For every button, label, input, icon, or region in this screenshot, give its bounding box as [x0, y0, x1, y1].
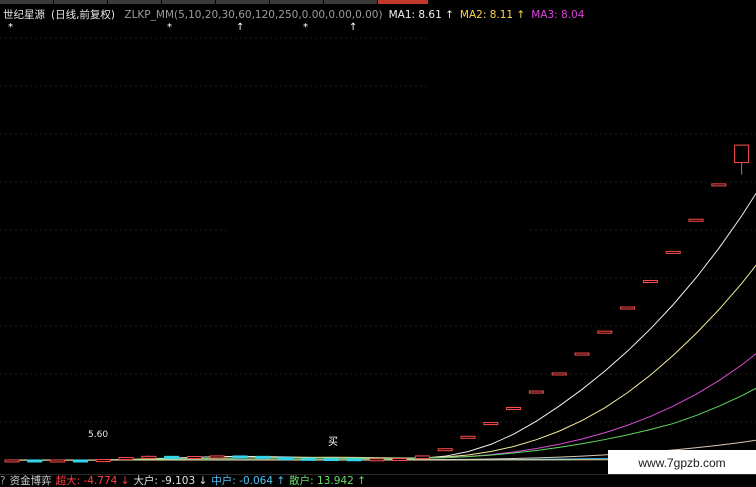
- star-marker: *: [8, 22, 13, 33]
- indicator-bar: ? 资金博弈 超大: -4.774 ↓ 大户: -9.103 ↓ 中户: -0.064 …: [0, 474, 756, 487]
- indicator-params[interactable]: ZLKP_MM(5,10,20,30,60,120,250,0.00,0.00,…: [124, 9, 382, 21]
- ma3-line: [11, 353, 756, 461]
- ma1-line: [11, 192, 756, 461]
- candle-body: [209, 455, 225, 459]
- retail-value: 散户: 13.942 ↑: [289, 475, 366, 487]
- indicator-name[interactable]: 资金博弈: [10, 475, 52, 487]
- candle: [369, 458, 385, 462]
- candle-body: [574, 352, 590, 356]
- candle-body: [164, 455, 180, 459]
- star-marker: *: [167, 22, 172, 33]
- candle-body: [4, 459, 20, 463]
- stock-name[interactable]: 世纪星源: [3, 9, 45, 21]
- candle-body: [300, 457, 316, 461]
- candle-body: [278, 457, 294, 461]
- big-holder-value: 大户: -9.103 ↓: [133, 475, 208, 487]
- candle: [4, 459, 20, 463]
- candle-body: [95, 459, 111, 463]
- candle: [437, 448, 453, 452]
- candle: [118, 457, 134, 461]
- arrow-marker: ↑: [236, 22, 245, 33]
- blank-panel-middle: [230, 222, 527, 266]
- candle-body: [620, 306, 636, 310]
- candle: [414, 455, 430, 460]
- candle-body: [50, 459, 66, 463]
- candle: [665, 250, 681, 254]
- candle-body: [711, 183, 727, 187]
- arrow-marker: ↑: [349, 22, 358, 33]
- candle-body: [483, 422, 499, 426]
- candle-body: [232, 455, 248, 459]
- candle-body: [437, 448, 453, 452]
- buy-signal-label: 买: [328, 437, 338, 448]
- candle-body: [72, 459, 88, 463]
- candle-body: [392, 458, 408, 462]
- candle-body: [414, 455, 430, 460]
- candle: [392, 458, 408, 462]
- candle: [72, 459, 88, 463]
- candle: [209, 455, 225, 459]
- ma4-line: [11, 387, 756, 461]
- candle-body: [141, 455, 157, 459]
- low-price-label: 5.60: [88, 430, 109, 440]
- ma3-value: MA3: 8.04: [531, 9, 585, 21]
- candle: [460, 435, 476, 439]
- candle: [346, 458, 362, 462]
- candle-body: [346, 458, 362, 462]
- candle: [186, 456, 202, 460]
- candle: [483, 422, 499, 426]
- candle-body: [460, 435, 476, 439]
- chart-legend: 世纪星源 (日线,前复权) ZLKP_MM(5,10,20,30,60,120,2…: [3, 9, 590, 21]
- candle: [734, 144, 750, 175]
- candle: [506, 407, 522, 411]
- site-watermark: www.7gpzb.com: [608, 450, 756, 476]
- candle: [141, 455, 157, 459]
- candle: [232, 455, 248, 459]
- ma1-value: MA1: 8.61 ↑: [388, 9, 454, 21]
- candle-body: [665, 250, 681, 254]
- ma-lines: [11, 192, 756, 461]
- candle-body: [255, 455, 271, 459]
- candle-body: [186, 456, 202, 460]
- candle-body: [642, 280, 658, 284]
- candle: [164, 455, 180, 459]
- candle: [278, 457, 294, 461]
- candle: [688, 218, 704, 222]
- help-icon[interactable]: ?: [0, 475, 6, 487]
- candle: [323, 458, 339, 462]
- candle: [528, 390, 544, 394]
- candle: [551, 372, 567, 376]
- candle-body: [734, 144, 750, 164]
- period-label[interactable]: (日线,前复权): [51, 9, 115, 21]
- candle: [95, 459, 111, 463]
- star-marker: *: [303, 22, 308, 33]
- candle-body: [528, 390, 544, 394]
- ma2-value: MA2: 8.11 ↑: [459, 9, 526, 21]
- candle: [255, 455, 271, 459]
- candle-body: [506, 407, 522, 411]
- candle: [50, 459, 66, 463]
- kline-chart[interactable]: [0, 0, 756, 474]
- candle-body: [27, 459, 43, 463]
- mid-holder-value: 中户: -0.064 ↑: [211, 475, 286, 487]
- candle-body: [369, 458, 385, 462]
- candle: [620, 306, 636, 310]
- candle: [27, 459, 43, 463]
- candle-body: [323, 458, 339, 462]
- candle-body: [118, 457, 134, 461]
- candle: [642, 280, 658, 284]
- candle-body: [688, 218, 704, 222]
- candle-body: [597, 330, 613, 334]
- stock-chart-window: 世纪星源 (日线,前复权) ZLKP_MM(5,10,20,30,60,120,2…: [0, 0, 756, 487]
- super-large-value: 超大: -4.774 ↓: [55, 475, 130, 487]
- candle: [597, 330, 613, 334]
- candle: [711, 183, 727, 187]
- candle-body: [551, 372, 567, 376]
- candle: [574, 352, 590, 356]
- candle: [300, 457, 316, 461]
